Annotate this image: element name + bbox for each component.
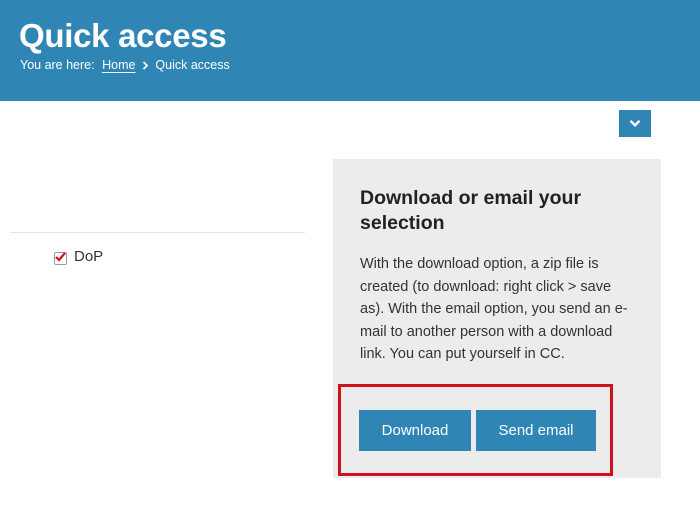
dropdown-toggle-button[interactable] bbox=[619, 110, 651, 137]
dop-checkbox[interactable] bbox=[54, 249, 67, 267]
download-button[interactable]: Download bbox=[359, 410, 471, 451]
breadcrumb: You are here: Home Quick access bbox=[20, 58, 230, 73]
breadcrumb-home-link[interactable]: Home bbox=[102, 58, 135, 72]
page-title: Quick access bbox=[19, 17, 227, 54]
list-divider bbox=[10, 232, 305, 233]
panel-title: Download or email your selection bbox=[360, 187, 582, 234]
dop-label: DoP bbox=[74, 248, 104, 265]
page-header: Quick access You are here: Home Quick ac… bbox=[0, 0, 700, 101]
chevron-down-icon bbox=[629, 115, 641, 133]
chevron-right-icon bbox=[142, 59, 149, 73]
checkmark-icon bbox=[55, 249, 66, 267]
send-email-button[interactable]: Send email bbox=[476, 410, 596, 451]
breadcrumb-current: Quick access bbox=[155, 58, 230, 72]
panel-description: With the download option, a zip file is … bbox=[360, 256, 628, 362]
breadcrumb-prefix: You are here: bbox=[20, 58, 95, 72]
selection-item-dop: DoP bbox=[54, 248, 103, 265]
